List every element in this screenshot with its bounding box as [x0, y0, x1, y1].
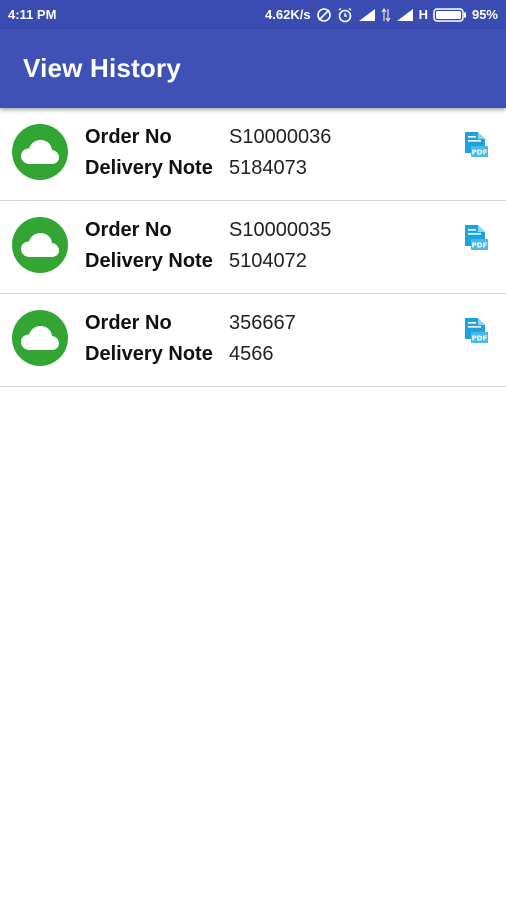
- status-bar: 4:11 PM 4.62K/s H 95%: [0, 0, 506, 29]
- battery-level: 95%: [471, 7, 498, 22]
- network-speed: 4.62K/s: [265, 7, 311, 22]
- delivery-note-value: 5104072: [229, 250, 307, 272]
- battery-icon: [433, 7, 467, 22]
- svg-text:PDF: PDF: [472, 149, 488, 157]
- data-saver-icon: [316, 7, 332, 23]
- list-item[interactable]: Order No 356667 Delivery Note 4566 PDF: [0, 294, 506, 387]
- data-arrows-icon: [381, 7, 391, 22]
- order-no-value: 356667: [229, 312, 296, 334]
- status-time: 4:11 PM: [8, 7, 57, 22]
- pdf-icon[interactable]: PDF: [462, 130, 490, 160]
- cloud-icon: [12, 124, 68, 180]
- order-no-label: Order No: [85, 126, 172, 148]
- network-type: H: [418, 7, 428, 22]
- order-no-label: Order No: [85, 312, 172, 334]
- svg-text:PDF: PDF: [472, 242, 488, 250]
- cloud-icon: [12, 217, 68, 273]
- page-title: View History: [23, 53, 181, 83]
- svg-text:PDF: PDF: [472, 335, 488, 343]
- delivery-note-value: 4566: [229, 343, 274, 365]
- delivery-note-label: Delivery Note: [85, 250, 213, 272]
- delivery-note-label: Delivery Note: [85, 343, 213, 365]
- delivery-note-label: Delivery Note: [85, 157, 213, 179]
- status-indicators: 4.62K/s H 95%: [265, 7, 498, 23]
- pdf-icon[interactable]: PDF: [462, 316, 490, 346]
- signal-icon: [358, 8, 376, 22]
- pdf-icon[interactable]: PDF: [462, 223, 490, 253]
- order-no-label: Order No: [85, 219, 172, 241]
- cloud-icon: [12, 310, 68, 366]
- app-bar: View History: [0, 29, 506, 108]
- list-item[interactable]: Order No S10000036 Delivery Note 5184073…: [0, 108, 506, 201]
- alarm-icon: [337, 7, 353, 23]
- order-no-value: S10000035: [229, 219, 332, 241]
- list-item[interactable]: Order No S10000035 Delivery Note 5104072…: [0, 201, 506, 294]
- signal-icon: [396, 8, 414, 22]
- order-no-value: S10000036: [229, 126, 332, 148]
- history-list: Order No S10000036 Delivery Note 5184073…: [0, 108, 506, 387]
- delivery-note-value: 5184073: [229, 157, 307, 179]
